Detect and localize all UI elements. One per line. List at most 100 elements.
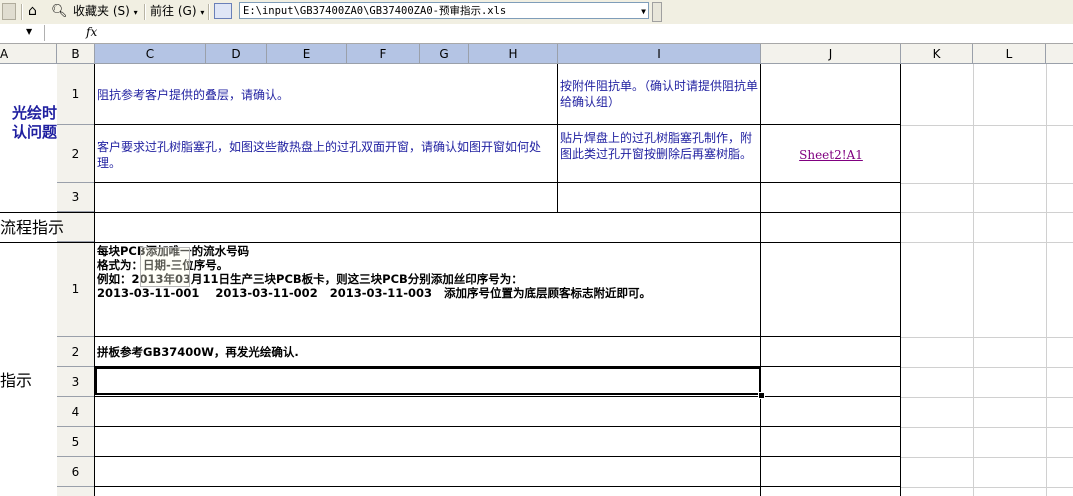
cell-answer-2[interactable]: 贴片焊盘上的过孔树脂塞孔制作，附图此类过孔开窗按删除后再塞树脂。 [560, 130, 758, 162]
column-label: I [657, 47, 661, 61]
cell-flow-panel[interactable]: 拼板参考GB37400W，再发光绘确认. [97, 345, 757, 359]
column-header-e[interactable]: E [267, 44, 347, 64]
border-line [95, 124, 901, 125]
gridline [901, 212, 1073, 213]
section-title-prelight: 光绘时 认问题 [0, 104, 57, 142]
flow-text-line: 格式为：日期-三位序号。 [97, 258, 229, 272]
cell-question-2[interactable]: 客户要求过孔树脂塞孔，如图这些散热盘上的过孔双面开窗，请确认如图开窗如何处理。 [97, 139, 555, 171]
border-line [95, 396, 901, 397]
name-box-dropdown-icon[interactable]: ▼ [26, 27, 32, 36]
column-header-k[interactable]: K [901, 44, 973, 64]
section-title-line: 光绘时 [11, 104, 57, 122]
column-header-h[interactable]: H [469, 44, 558, 64]
column-header-d[interactable]: D [206, 44, 267, 64]
fill-handle[interactable] [758, 392, 765, 399]
column-label: A [0, 47, 9, 61]
border-line [95, 182, 901, 183]
column-label: L [1005, 47, 1013, 61]
column-label: E [302, 47, 311, 61]
cell-question-1[interactable]: 阻抗参考客户提供的叠层，请确认。 [97, 87, 552, 103]
chevron-down-icon: ▾ [200, 8, 205, 17]
row-number: 3 [71, 374, 80, 389]
row-header[interactable] [57, 487, 95, 496]
row-header[interactable]: 4 [57, 397, 95, 427]
row-header[interactable]: 1 [57, 242, 95, 337]
row-number: 6 [71, 464, 80, 479]
column-header-g[interactable]: G [420, 44, 469, 64]
row-header[interactable]: 5 [57, 427, 95, 457]
flow-text-line: 每块PCB添加唯一的流水号码 [97, 244, 250, 258]
row-number: 4 [71, 404, 80, 419]
column-header-c[interactable]: C [95, 44, 206, 64]
name-box[interactable]: ▼ [0, 25, 45, 41]
column-header-j[interactable]: J [761, 44, 901, 64]
border-line [94, 64, 95, 496]
border-line [0, 212, 901, 213]
column-header-f[interactable]: F [347, 44, 420, 64]
home-icon[interactable]: ⌂ [28, 3, 37, 20]
toolbar-separator [208, 4, 210, 20]
toolbar-grip[interactable] [2, 3, 16, 20]
row-number: 1 [71, 282, 80, 296]
browser-toolbar: ⌂ 🔍︎ 收藏夹 (S) ▾ 前往 (G) ▾ E:\input\GB37400… [0, 0, 1073, 25]
row-header[interactable]: 3 [57, 367, 95, 397]
address-dropdown-icon[interactable]: ▼ [641, 8, 646, 16]
address-text: E:\input\GB37400ZA0\GB37400ZA0-预审指示.xls [243, 5, 507, 17]
gridline [901, 337, 1073, 338]
border-line [0, 242, 901, 243]
document-icon[interactable] [214, 3, 232, 19]
row-number: 3 [71, 190, 80, 204]
border-line [900, 64, 901, 496]
column-label: F [379, 47, 387, 61]
formula-bar: ▼ fx [0, 24, 1073, 44]
row-header[interactable]: 2 [57, 125, 95, 183]
row-number: 1 [71, 87, 80, 101]
column-header-i[interactable]: I [558, 44, 761, 64]
formula-input[interactable] [102, 25, 1062, 41]
sheet-link[interactable]: Sheet2!A1 [799, 148, 863, 162]
row-header[interactable]: 3 [57, 183, 95, 212]
gridline [901, 487, 1073, 488]
address-bar[interactable]: E:\input\GB37400ZA0\GB37400ZA0-预审指示.xls … [239, 2, 649, 19]
column-header-m[interactable] [1046, 44, 1073, 64]
gridline [901, 183, 1073, 184]
border-line [95, 336, 901, 337]
flow-text-line: 2013-03-11-001 2013-03-11-002 2013-03-11… [97, 286, 652, 300]
flow-text-line: 例如：2013年03月11日生产三块PCB板卡，则这三块PCB分别添加丝印序号为… [97, 272, 523, 286]
border-line [760, 64, 761, 496]
row-number: 2 [71, 344, 80, 359]
gridline [901, 125, 1073, 126]
gridline [901, 427, 1073, 428]
gridline [973, 64, 974, 496]
gridline [901, 457, 1073, 458]
cell-answer-1[interactable]: 按附件阻抗单。（确认时请提供阻抗单给确认组） [560, 78, 758, 110]
row-number: 2 [71, 146, 80, 161]
column-header-b[interactable]: B [57, 44, 95, 64]
section-title-flow: 流程指示 [0, 218, 65, 237]
column-header-a[interactable]: A [0, 44, 57, 64]
section-title-line: 认问题 [11, 123, 57, 141]
column-label: D [231, 47, 241, 61]
comment-overlay [140, 247, 190, 287]
column-label: C [145, 47, 155, 61]
row-number: 5 [71, 434, 80, 449]
magnifier-icon[interactable]: 🔍︎ [51, 3, 68, 20]
row-header[interactable]: 6 [57, 457, 95, 487]
function-icon[interactable]: fx [86, 25, 97, 39]
row-header[interactable]: 2 [57, 337, 95, 367]
goto-menu[interactable]: 前往 (G) ▾ [150, 3, 204, 20]
column-label: B [71, 47, 80, 61]
border-line [95, 456, 901, 457]
gridline [901, 397, 1073, 398]
favorites-menu[interactable]: 收藏夹 (S) ▾ [73, 3, 138, 20]
toolbar-separator [144, 4, 146, 20]
column-label: K [932, 47, 941, 61]
column-header-l[interactable]: L [973, 44, 1046, 64]
cell-flow-serial[interactable]: 每块PCB添加唯一的流水号码 格式为：日期-三位序号。 例如：2013年03月1… [97, 244, 757, 300]
toolbar-separator [21, 4, 23, 20]
gridline [901, 367, 1073, 368]
cell-hyperlink[interactable]: Sheet2!A1 [761, 148, 901, 162]
row-header[interactable]: 1 [57, 64, 95, 125]
toolbar-scroll-button[interactable] [652, 2, 662, 22]
active-cell-selection[interactable] [95, 367, 761, 395]
